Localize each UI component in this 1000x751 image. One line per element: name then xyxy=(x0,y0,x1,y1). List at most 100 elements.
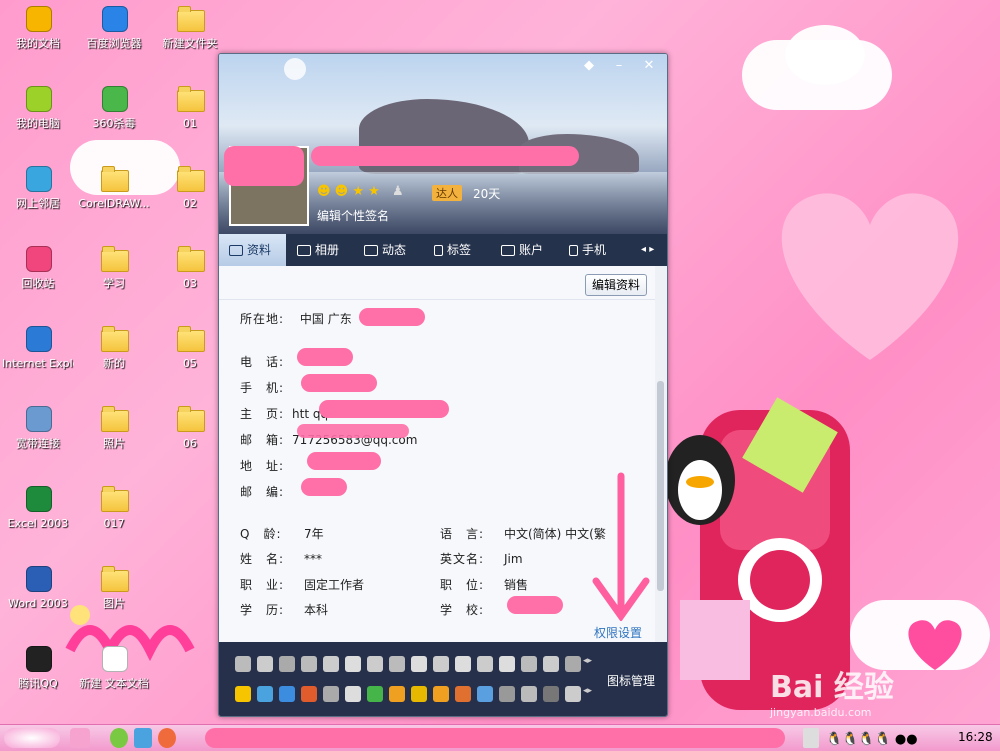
desktop-icon[interactable]: 网上邻居 xyxy=(2,162,74,210)
redaction-mark xyxy=(297,348,353,366)
signature-text[interactable]: 编辑个性签名 xyxy=(317,207,389,224)
icon-manage-link[interactable]: 图标管理 xyxy=(607,672,655,689)
desktop-icon[interactable]: 照片 xyxy=(78,402,150,450)
desktop-icon[interactable]: 03 xyxy=(154,242,226,290)
badge-icon[interactable] xyxy=(477,686,493,702)
contact-label: 手 机: xyxy=(240,381,285,395)
location-value: 中国 广东 xyxy=(299,312,352,326)
tab-account[interactable]: 账户 xyxy=(501,234,543,266)
desktop-icon-label: 05 xyxy=(183,358,197,370)
desktop-icon-label: 新建文件夹 xyxy=(162,38,218,50)
desktop-icon[interactable]: 新建 文本文档 xyxy=(78,642,150,690)
scrollbar-thumb[interactable] xyxy=(657,381,664,591)
desktop-icon[interactable]: 017 xyxy=(78,482,150,530)
scrollbar[interactable] xyxy=(655,266,667,642)
taskbar: 🐧🐧🐧🐧 ●● 16:28 xyxy=(0,724,1000,751)
keyboard-icon[interactable] xyxy=(803,728,819,748)
desktop-icon-label: 03 xyxy=(183,278,197,290)
tab-tags[interactable]: 标签 xyxy=(434,234,471,266)
badge-icon[interactable] xyxy=(323,686,339,702)
qq-penguin-icon xyxy=(21,642,55,676)
desktop-icon[interactable]: Internet Explorer xyxy=(2,322,74,370)
badge-icon[interactable] xyxy=(235,656,251,672)
desktop-icon[interactable]: 02 xyxy=(154,162,226,210)
badge-icon[interactable] xyxy=(367,686,383,702)
tab-feed[interactable]: 动态 xyxy=(364,234,406,266)
badge-icon[interactable] xyxy=(257,656,273,672)
badge-icon[interactable] xyxy=(389,686,405,702)
desktop-icon[interactable]: 05 xyxy=(154,322,226,370)
badge-icon[interactable] xyxy=(521,656,537,672)
desktop-icon[interactable]: 学习 xyxy=(78,242,150,290)
badge-icon[interactable] xyxy=(301,656,317,672)
badge-icon[interactable] xyxy=(543,686,559,702)
badge-icon[interactable] xyxy=(499,656,515,672)
folder-icon xyxy=(97,242,131,276)
desktop-icon[interactable]: Excel 2003 xyxy=(2,482,74,530)
tray-icons[interactable]: 🐧🐧🐧🐧 ●● xyxy=(826,732,918,747)
badge-icon[interactable] xyxy=(521,686,537,702)
desktop-icon[interactable]: Word 2003 xyxy=(2,562,74,610)
start-button[interactable] xyxy=(4,728,60,748)
desktop-icon[interactable]: 我的文档 xyxy=(2,2,74,50)
desktop-show-icon[interactable] xyxy=(134,728,152,748)
badge-icon[interactable] xyxy=(455,686,471,702)
badge-icon[interactable] xyxy=(323,656,339,672)
tab-mobile[interactable]: 手机 xyxy=(569,234,606,266)
badge-icon[interactable] xyxy=(367,656,383,672)
skin-icon[interactable]: ◆ xyxy=(579,57,599,75)
desktop-icon[interactable]: 06 xyxy=(154,402,226,450)
desktop-icon[interactable]: 图片 xyxy=(78,562,150,610)
badge-icon[interactable] xyxy=(257,686,273,702)
close-button[interactable]: ✕ xyxy=(639,57,659,75)
icon-bar: ◂▸ ◂▸ 图标管理 xyxy=(219,642,667,716)
badge-icon[interactable] xyxy=(279,656,295,672)
browser-icon[interactable] xyxy=(158,728,176,748)
divider xyxy=(219,299,655,300)
info-value: 本科 xyxy=(304,603,329,617)
tab-profile[interactable]: 资料 xyxy=(219,234,286,266)
badge-icon[interactable] xyxy=(235,686,251,702)
icon-row-arrows[interactable]: ◂▸ xyxy=(583,686,592,696)
desktop-icon[interactable]: CorelDRAW... xyxy=(78,162,150,210)
icon-row-arrows[interactable]: ◂▸ xyxy=(583,656,592,666)
location-label: 所在地: xyxy=(240,312,285,326)
desktop-icon[interactable]: 新建文件夹 xyxy=(154,2,226,50)
desktop-icon[interactable]: 新的 xyxy=(78,322,150,370)
desktop-icon-label: 新的 xyxy=(103,358,125,370)
minimize-button[interactable]: – xyxy=(609,57,629,75)
badge-icon[interactable] xyxy=(345,686,361,702)
tab-album[interactable]: 相册 xyxy=(297,234,339,266)
badge-icon[interactable] xyxy=(279,686,295,702)
permission-settings-link[interactable]: 权限设置 xyxy=(594,624,642,641)
badge-icon[interactable] xyxy=(565,656,581,672)
badge-icon[interactable] xyxy=(543,656,559,672)
badge-icon[interactable] xyxy=(455,656,471,672)
clock[interactable]: 16:28 xyxy=(958,730,993,744)
badge-icon[interactable] xyxy=(433,656,449,672)
redaction-mark xyxy=(359,308,425,326)
badge-icon[interactable] xyxy=(499,686,515,702)
desktop-icon[interactable]: 我的电脑 xyxy=(2,82,74,130)
redacted-taskbar-item[interactable] xyxy=(205,728,785,748)
desktop-icon[interactable]: 360杀毒 xyxy=(78,82,150,130)
360-icon[interactable] xyxy=(110,728,128,748)
badge-icon[interactable] xyxy=(411,656,427,672)
badge-icon[interactable] xyxy=(411,686,427,702)
edit-profile-button[interactable]: 编辑资料 xyxy=(585,274,647,296)
badge-icon[interactable] xyxy=(389,656,405,672)
quicklaunch-icon[interactable] xyxy=(70,728,90,748)
desktop-icon[interactable]: 01 xyxy=(154,82,226,130)
badge-icon[interactable] xyxy=(301,686,317,702)
badge-icon[interactable] xyxy=(477,656,493,672)
badge-icon[interactable] xyxy=(433,686,449,702)
desktop-icon[interactable]: 腾讯QQ xyxy=(2,642,74,690)
badge-icon[interactable] xyxy=(565,686,581,702)
badge-icon[interactable] xyxy=(345,656,361,672)
qq-profile-window[interactable]: ◆ – ✕ ☻ ☻ ★ ★ ♟ 达人 20天 编辑个性签名 资料 相册 动态 标… xyxy=(218,53,668,717)
desktop-icon[interactable]: 回收站 xyxy=(2,242,74,290)
level-icons: ☻ ☻ ★ ★ ♟ xyxy=(317,184,404,199)
desktop-icon[interactable]: 宽带连接 xyxy=(2,402,74,450)
tab-scroll-arrows[interactable]: ◂ ▸ xyxy=(641,234,654,266)
desktop-icon[interactable]: 百度浏览器 xyxy=(78,2,150,50)
